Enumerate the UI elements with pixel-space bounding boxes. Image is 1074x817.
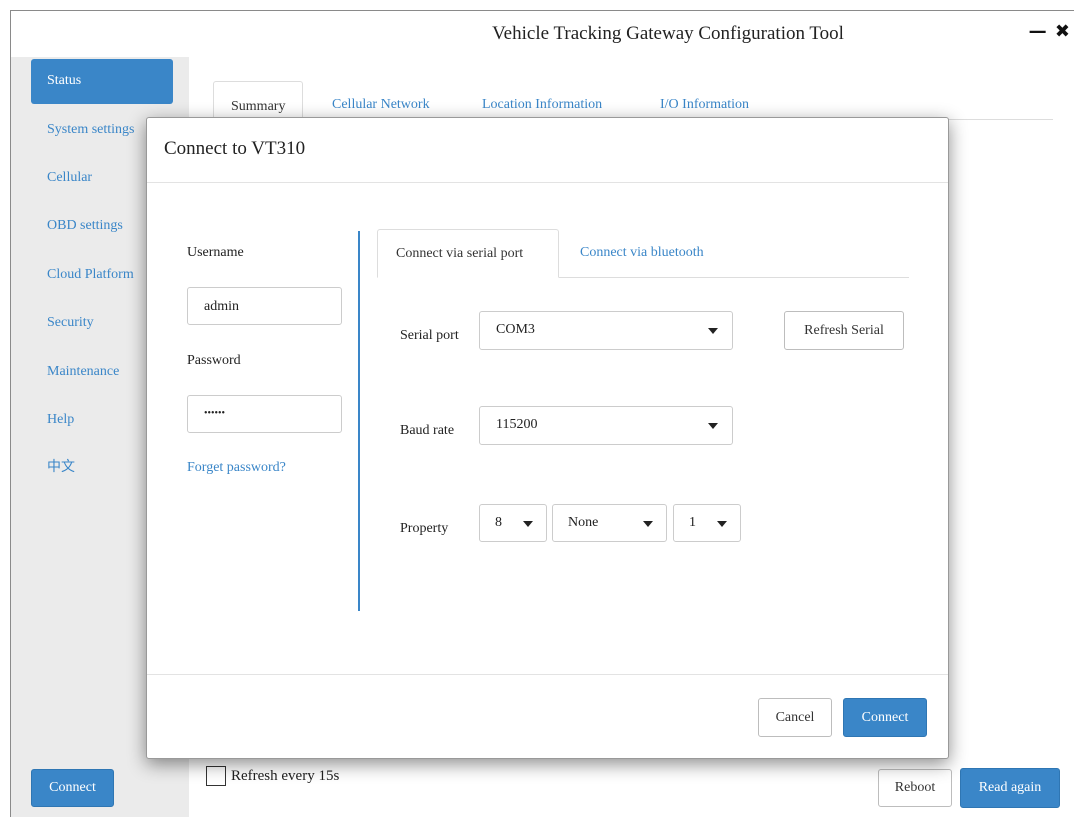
forgot-password-link[interactable]: Forget password? [187, 460, 286, 476]
title-bar[interactable]: Vehicle Tracking Gateway Configuration T… [11, 11, 1074, 57]
sidebar-connect-button[interactable]: Connect [31, 769, 114, 807]
baud-rate-select[interactable]: 115200 [479, 406, 733, 445]
password-field[interactable]: •••••• [187, 395, 342, 433]
dialog-title: Connect to VT310 [164, 138, 306, 159]
reboot-button[interactable]: Reboot [878, 769, 952, 807]
refresh-checkbox-label: Refresh every 15s [231, 768, 340, 784]
connect-button[interactable]: Connect [843, 698, 927, 737]
data-bits-value: 8 [495, 515, 502, 530]
parity-value: None [568, 515, 599, 530]
username-value: admin [204, 299, 239, 314]
refresh-checkbox[interactable] [206, 766, 226, 786]
chevron-down-icon [523, 521, 533, 527]
username-label: Username [187, 245, 244, 260]
connection-tabs: Connect via serial port Connect via blue… [377, 229, 909, 278]
cancel-button[interactable]: Cancel [758, 698, 832, 737]
serial-port-label: Serial port [400, 328, 459, 343]
sidebar-item-status[interactable]: Status [31, 59, 173, 104]
refresh-serial-button[interactable]: Refresh Serial [784, 311, 904, 350]
chevron-down-icon [643, 521, 653, 527]
baud-rate-label: Baud rate [400, 423, 455, 438]
read-again-button[interactable]: Read again [960, 768, 1060, 808]
main-tabs: Summary Cellular Network Location Inform… [205, 72, 1053, 129]
username-field[interactable]: admin [187, 287, 342, 325]
data-bits-select[interactable]: 8 [479, 504, 547, 542]
serial-port-select[interactable]: COM3 [479, 311, 733, 350]
window-controls: — ✖ [1029, 21, 1071, 42]
password-label: Password [187, 353, 241, 368]
parity-select[interactable]: None [552, 504, 667, 542]
dialog-footer: Cancel Connect [147, 674, 948, 760]
connect-dialog: Connect to VT310 Username admin Password… [146, 117, 949, 759]
baud-rate-value: 115200 [496, 417, 538, 432]
tab-serial-port[interactable]: Connect via serial port [377, 229, 559, 278]
chevron-down-icon [708, 423, 718, 429]
dialog-header: Connect to VT310 [147, 118, 948, 183]
tab-bluetooth[interactable]: Connect via bluetooth [580, 229, 704, 277]
password-value: •••••• [204, 408, 226, 419]
chevron-down-icon [708, 328, 718, 334]
minimize-icon[interactable]: — [1029, 21, 1048, 42]
stop-bits-value: 1 [689, 515, 696, 530]
chevron-down-icon [717, 521, 727, 527]
serial-port-value: COM3 [496, 322, 535, 337]
stop-bits-select[interactable]: 1 [673, 504, 741, 542]
property-label: Property [400, 521, 449, 536]
dialog-divider [358, 231, 360, 611]
close-icon[interactable]: ✖ [1055, 21, 1071, 42]
window-title: Vehicle Tracking Gateway Configuration T… [492, 23, 844, 44]
